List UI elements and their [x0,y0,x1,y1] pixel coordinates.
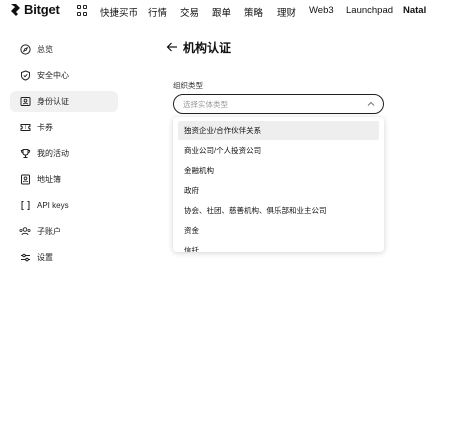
nav-trade[interactable]: 交易 [180,5,199,19]
brand-logo[interactable]: Bitget [10,2,60,17]
entity-type-dropdown: 独资企业/合作伙伴关系 商业公司/个人投资公司 金融机构 政府 协会、社团、慈善… [173,117,384,252]
apps-grid-icon[interactable] [77,5,88,16]
sidebar-item-coupons[interactable]: 卡券 [10,117,118,138]
sidebar-item-label: 地址簿 [37,175,61,184]
sub-account-icon [19,226,31,238]
ticket-icon [19,122,31,134]
option-label: 资金 [184,226,199,235]
page-title: 机构认证 [183,41,232,55]
brand-name: Bitget [24,2,60,17]
option-label: 信托 [184,246,199,252]
organization-type-label: 组织类型 [173,81,203,90]
sidebar-item-label: 卡券 [37,123,53,132]
sidebar-item-label: 我的活动 [37,149,69,158]
dropdown-option[interactable]: 金融机构 [178,161,379,180]
trophy-icon [19,148,31,160]
compass-icon [19,44,31,56]
sidebar-item-label: 总览 [37,45,53,54]
option-label: 独资企业/合作伙伴关系 [184,126,262,135]
sidebar-item-address-book[interactable]: 地址簿 [10,169,118,190]
sidebar-item-label: 设置 [37,253,53,262]
sidebar-item-label: 子账户 [37,227,61,236]
nav-quick-buy[interactable]: 快捷买币 [100,5,138,19]
nav-natal[interactable]: Natal [403,5,426,16]
sidebar-item-sub-accounts[interactable]: 子账户 [10,221,118,242]
sidebar-item-overview[interactable]: 总览 [10,39,118,60]
dropdown-option[interactable]: 商业公司/个人投资公司 [178,141,379,160]
nav-strategy[interactable]: 策略 [244,5,263,19]
sidebar-item-api-keys[interactable]: API keys [10,195,118,216]
dropdown-option[interactable]: 资金 [178,221,379,240]
back-arrow-icon[interactable] [166,41,178,53]
id-card-icon [19,96,31,108]
option-label: 商业公司/个人投资公司 [184,146,262,155]
sidebar-item-label: 身份认证 [37,97,69,106]
dropdown-option[interactable]: 信托 [178,241,379,252]
nav-copy-trading[interactable]: 跟单 [212,5,231,19]
chevron-up-icon [367,101,375,106]
sidebar-item-activities[interactable]: 我的活动 [10,143,118,164]
dropdown-option[interactable]: 独资企业/合作伙伴关系 [178,121,379,140]
shield-icon [19,70,31,82]
bitget-logo-icon [11,3,20,16]
dropdown-option[interactable]: 政府 [178,181,379,200]
top-navigation: Bitget 快捷买币 行情 交易 跟单 策略 理财 Web3 Launchpa… [0,0,474,22]
option-label: 政府 [184,186,199,195]
entity-type-select[interactable]: 选择实体类型 [173,94,384,114]
nav-launchpad[interactable]: Launchpad [346,5,393,16]
nav-web3[interactable]: Web3 [309,5,334,16]
dropdown-option[interactable]: 协会、社团、慈善机构、俱乐部和业主公司 [178,201,379,220]
nav-earn[interactable]: 理财 [277,5,296,19]
api-icon [19,200,31,212]
select-placeholder: 选择实体类型 [183,99,228,109]
option-label: 金融机构 [184,166,214,175]
nav-markets[interactable]: 行情 [148,5,167,19]
sidebar-item-label: 安全中心 [37,71,69,80]
settings-sliders-icon [19,252,31,264]
sidebar-item-identity[interactable]: 身份认证 [10,91,118,112]
option-label: 协会、社团、慈善机构、俱乐部和业主公司 [184,206,327,215]
address-book-icon [19,174,31,186]
sidebar-item-settings[interactable]: 设置 [10,247,118,268]
sidebar-item-security[interactable]: 安全中心 [10,65,118,86]
sidebar-item-label: API keys [37,201,69,210]
